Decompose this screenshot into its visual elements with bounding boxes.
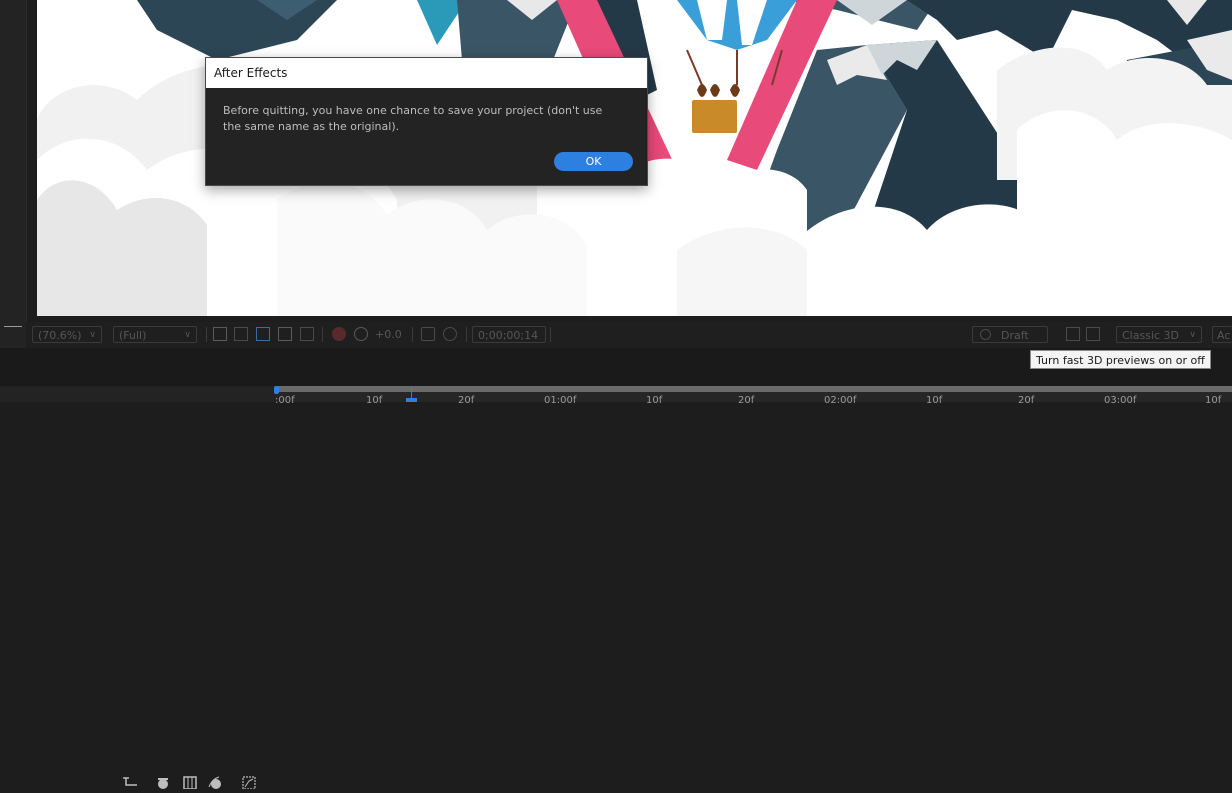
- toolbar-divider: [466, 327, 467, 342]
- toolbar-divider: [206, 327, 207, 342]
- ruler-tick-label: 20f: [458, 395, 475, 406]
- ruler-tick-label: 10f: [646, 395, 663, 406]
- show-snapshot-icon[interactable]: [443, 327, 457, 341]
- toolbar-divider: [322, 327, 323, 342]
- active-camera-select[interactable]: Ac: [1212, 326, 1232, 343]
- work-area-bar[interactable]: [276, 386, 1232, 392]
- magnification-select[interactable]: (70.6%) ∨: [32, 326, 102, 343]
- region-of-interest-icon[interactable]: [213, 327, 227, 341]
- magnification-value: (70.6%): [38, 329, 82, 342]
- current-time-field[interactable]: 0;00;00;14: [472, 326, 546, 343]
- shy-layers-icon[interactable]: [155, 774, 171, 789]
- ruler-tick-label: 01:00f: [544, 395, 577, 406]
- view-layout-icon[interactable]: [1086, 327, 1100, 341]
- toolbar-divider: [550, 327, 551, 342]
- after-effects-window: (70.6%) ∨ (Full) ∨ +0.0 0;00;00;14 Draft…: [0, 0, 1232, 790]
- resolution-select[interactable]: (Full) ∨: [113, 326, 197, 343]
- guides-icon[interactable]: [278, 327, 292, 341]
- draft-3d-icon: [980, 329, 991, 340]
- exposure-reset-icon[interactable]: [354, 327, 368, 341]
- ruler-tick-label: 10f: [1205, 395, 1222, 406]
- renderer-value: Classic 3D: [1122, 329, 1180, 342]
- left-panel-edge: [0, 0, 27, 348]
- ruler-tick-label: 03:00f: [1104, 395, 1137, 406]
- 3d-view-icon[interactable]: [1066, 327, 1080, 341]
- grid-icon[interactable]: [300, 327, 314, 341]
- ruler-tick-label: 20f: [738, 395, 755, 406]
- chevron-down-icon: ∨: [89, 330, 96, 340]
- quit-dialog: After Effects Before quitting, you have …: [205, 57, 648, 186]
- resolution-value: (Full): [119, 329, 147, 342]
- color-channel-icon[interactable]: [332, 327, 346, 341]
- work-area-start-handle[interactable]: [274, 386, 279, 394]
- mask-visibility-icon[interactable]: [256, 327, 270, 341]
- snapshot-camera-icon[interactable]: [421, 327, 435, 341]
- chevron-down-icon: ∨: [184, 330, 191, 340]
- composition-viewer-toolbar: (70.6%) ∨ (Full) ∨ +0.0 0;00;00;14 Draft…: [26, 322, 1232, 359]
- toolbar-divider: [412, 327, 413, 342]
- frame-blending-icon[interactable]: [182, 774, 198, 790]
- panel-divider-mark: [4, 326, 22, 327]
- current-time-value: 0;00;00;14: [478, 329, 539, 342]
- ok-button[interactable]: OK: [554, 152, 633, 171]
- ruler-tick-label: 10f: [366, 395, 383, 406]
- motion-blur-icon[interactable]: [207, 774, 223, 789]
- ruler-tick-label: :00f: [275, 395, 295, 406]
- ruler-tick-label: 20f: [1018, 395, 1035, 406]
- graph-editor-icon[interactable]: [241, 774, 257, 790]
- dialog-title: After Effects: [206, 58, 647, 88]
- renderer-select[interactable]: Classic 3D ∨: [1116, 326, 1202, 343]
- exposure-value[interactable]: +0.0: [375, 326, 402, 343]
- draft-3d-tooltip: Turn fast 3D previews on or off: [1030, 350, 1211, 369]
- chevron-down-icon: ∨: [1189, 330, 1196, 340]
- dialog-message: Before quitting, you have one chance to …: [223, 104, 603, 133]
- active-camera-label: Ac: [1217, 329, 1231, 342]
- transparency-grid-icon[interactable]: [234, 327, 248, 341]
- playhead-marker[interactable]: [406, 398, 417, 402]
- ruler-tick-label: 10f: [926, 395, 943, 406]
- ruler-tick-label: 02:00f: [824, 395, 857, 406]
- composition-flowchart-icon[interactable]: [122, 774, 138, 788]
